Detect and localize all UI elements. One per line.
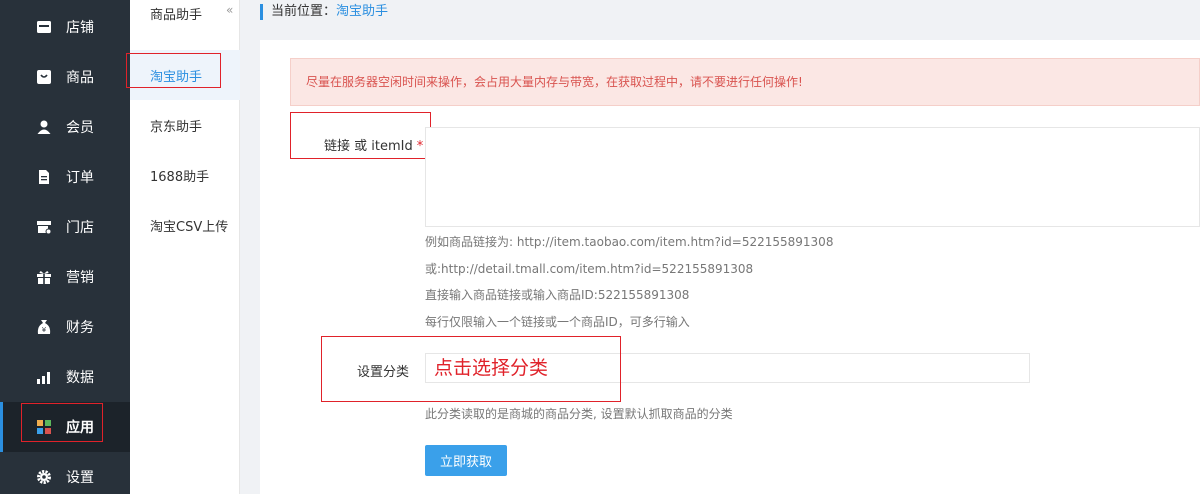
sidebar-item-label: 会员 [66, 120, 94, 136]
sidebar-item-label: 营销 [66, 270, 94, 286]
link-field-label-text: 链接 或 itemId [324, 139, 413, 154]
shop-icon [36, 219, 52, 235]
order-icon [36, 169, 52, 185]
subnav-item-taobao[interactable]: 淘宝助手 [130, 50, 240, 100]
sidebar-item-label: 店铺 [66, 20, 94, 36]
app-root: 店铺 商品 会员 订单 门店 营销 ¥ 财务 数据 应用 设置 商品助手 « 淘… [0, 0, 1200, 494]
sidebar-item-store[interactable]: 店铺 [0, 2, 130, 52]
goods-icon [36, 69, 52, 85]
sidebar-item-data[interactable]: 数据 [0, 352, 130, 402]
breadcrumb-current[interactable]: 淘宝助手 [336, 4, 388, 19]
warning-alert: 尽量在服务器空闲时间来操作，会占用大量内存与带宽，在获取过程中，请不要进行任何操… [290, 58, 1200, 106]
breadcrumb: 当前位置：淘宝助手 [260, 4, 388, 20]
sidebar-item-label: 财务 [66, 320, 94, 336]
fetch-button[interactable]: 立即获取 [425, 445, 507, 476]
sidebar-item-finance[interactable]: ¥ 财务 [0, 302, 130, 352]
sidebar-item-goods[interactable]: 商品 [0, 52, 130, 102]
sidebar-item-label: 商品 [66, 70, 94, 86]
sidebar-item-marketing[interactable]: 营销 [0, 252, 130, 302]
required-mark: * [416, 139, 424, 154]
sidebar-item-shop[interactable]: 门店 [0, 202, 130, 252]
sidebar-item-label: 应用 [66, 420, 94, 436]
sidebar-item-label: 订单 [66, 170, 94, 186]
hint-item-id: 直接输入商品链接或输入商品ID:522155891308 [425, 288, 690, 302]
hint-example-taobao: 例如商品链接为: http://item.taobao.com/item.htm… [425, 235, 834, 249]
secondary-sidebar: 商品助手 « 淘宝助手 京东助手 1688助手 淘宝CSV上传 [130, 0, 240, 494]
sidebar-item-settings[interactable]: 设置 [0, 452, 130, 494]
category-field-label: 设置分类 [357, 365, 410, 380]
gear-icon [36, 469, 52, 485]
svg-text:¥: ¥ [42, 326, 47, 334]
sidebar-item-label: 数据 [66, 370, 94, 386]
breadcrumb-prefix: 当前位置： [271, 4, 337, 19]
collapse-icon[interactable]: « [226, 3, 233, 17]
link-field-label: 链接 或 itemId * [324, 135, 423, 154]
gift-icon [36, 269, 52, 285]
bar-chart-icon [36, 369, 52, 385]
sidebar-item-label: 门店 [66, 220, 94, 236]
sidebar-item-label: 设置 [66, 470, 94, 486]
sidebar-item-apps[interactable]: 应用 [0, 402, 130, 452]
money-bag-icon: ¥ [36, 319, 52, 335]
category-hint: 此分类读取的是商城的商品分类, 设置默认抓取商品的分类 [425, 407, 733, 421]
subnav-item-taobao-csv[interactable]: 淘宝CSV上传 [130, 200, 240, 250]
main-panel: 尽量在服务器空闲时间来操作，会占用大量内存与带宽，在获取过程中，请不要进行任何操… [260, 40, 1200, 494]
category-select[interactable]: 点击选择分类 [425, 353, 1030, 383]
subnav-item-jd[interactable]: 京东助手 [130, 100, 240, 150]
store-icon [36, 19, 52, 35]
sidebar-item-order[interactable]: 订单 [0, 152, 130, 202]
hint-multiline: 每行仅限输入一个链接或一个商品ID，可多行输入 [425, 315, 690, 329]
apps-icon [36, 419, 52, 435]
subnav-title: 商品助手 [150, 8, 203, 23]
link-textarea[interactable] [425, 127, 1200, 227]
subnav-item-1688[interactable]: 1688助手 [130, 150, 240, 200]
hint-example-tmall: 或:http://detail.tmall.com/item.htm?id=52… [425, 262, 754, 276]
main-sidebar: 店铺 商品 会员 订单 门店 营销 ¥ 财务 数据 应用 设置 [0, 0, 130, 494]
sidebar-item-member[interactable]: 会员 [0, 102, 130, 152]
member-icon [36, 119, 52, 135]
